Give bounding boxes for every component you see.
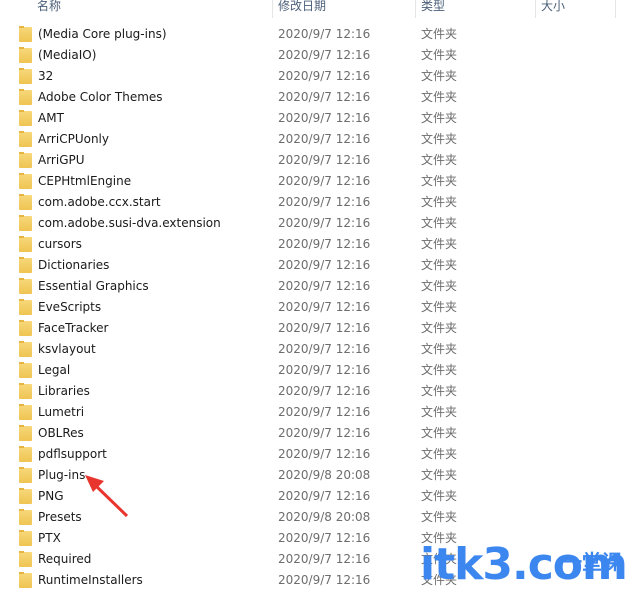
watermark-cn: 一堂课 <box>562 550 622 574</box>
watermark: itk3.com 一堂课 <box>420 540 628 590</box>
red-arrow-icon <box>85 475 129 518</box>
